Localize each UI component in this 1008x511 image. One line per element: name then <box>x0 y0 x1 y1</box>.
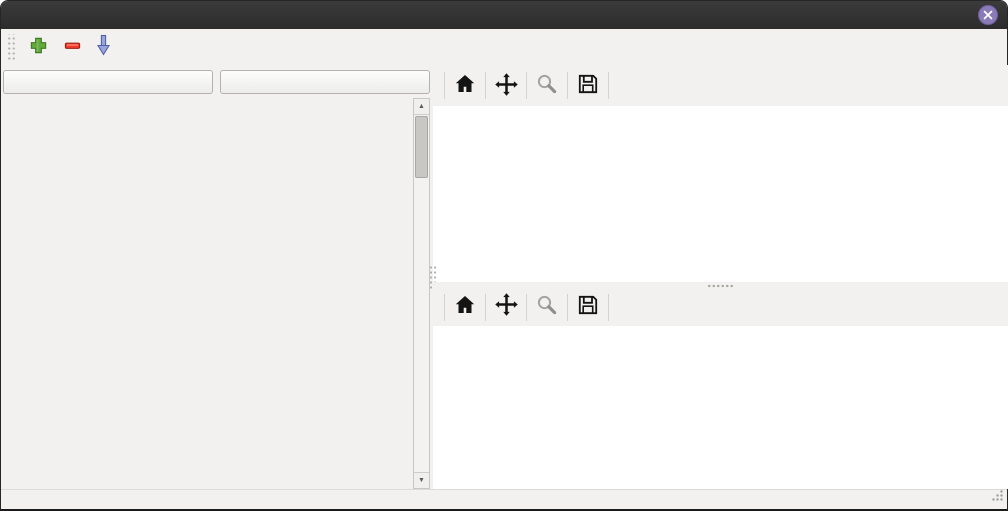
add-row-button[interactable] <box>24 33 52 61</box>
pan-button[interactable] <box>489 71 523 101</box>
remove-icon <box>63 36 82 58</box>
discharge-plot-toolbar <box>433 282 1008 326</box>
sort-button[interactable] <box>92 33 120 61</box>
content-area: ▲ ▼ <box>1 65 1007 489</box>
pan-move-icon <box>494 292 519 320</box>
statusbar <box>1 489 1007 509</box>
generate-buttons-row <box>1 65 433 98</box>
initial-condition-table-area: ▲ ▼ <box>1 98 433 489</box>
save-icon <box>576 72 600 99</box>
app-window: ▲ ▼ <box>0 0 1008 511</box>
discharge-plot[interactable] <box>433 326 1008 489</box>
home-button[interactable] <box>448 291 482 321</box>
scrollbar-thumb[interactable] <box>415 116 428 178</box>
scroll-up-button[interactable]: ▲ <box>414 99 429 115</box>
scroll-down-button[interactable]: ▼ <box>414 472 429 488</box>
magnifier-icon <box>535 72 559 99</box>
right-panel <box>433 65 1008 489</box>
save-icon <box>576 293 600 320</box>
magnifier-icon <box>535 293 559 320</box>
toolbar-drag-handle[interactable] <box>6 34 15 60</box>
elevation-plot-toolbar <box>433 65 1008 106</box>
close-button[interactable] <box>978 5 998 25</box>
pan-button[interactable] <box>489 291 523 321</box>
left-panel: ▲ ▼ <box>1 65 433 489</box>
pan-move-icon <box>494 72 519 100</box>
main-toolbar <box>1 29 1007 65</box>
titlebar[interactable] <box>1 1 1007 29</box>
resize-grip-icon[interactable] <box>991 489 1004 507</box>
horizontal-splitter-handle[interactable] <box>707 284 735 288</box>
home-button[interactable] <box>448 71 482 101</box>
save-figure-button[interactable] <box>571 291 605 321</box>
elevation-plot[interactable] <box>433 106 1008 282</box>
zoom-button[interactable] <box>530 291 564 321</box>
zoom-button[interactable] <box>530 71 564 101</box>
sort-numeric-icon <box>96 34 116 60</box>
home-icon <box>453 72 477 99</box>
generate-constant-discharge-button[interactable] <box>220 70 430 94</box>
generate-minimal-height-button[interactable] <box>3 70 213 94</box>
remove-row-button[interactable] <box>58 33 86 61</box>
close-icon <box>983 10 993 20</box>
add-icon <box>29 36 48 58</box>
table-scrollbar[interactable]: ▲ ▼ <box>413 98 430 489</box>
home-icon <box>453 293 477 320</box>
save-figure-button[interactable] <box>571 71 605 101</box>
